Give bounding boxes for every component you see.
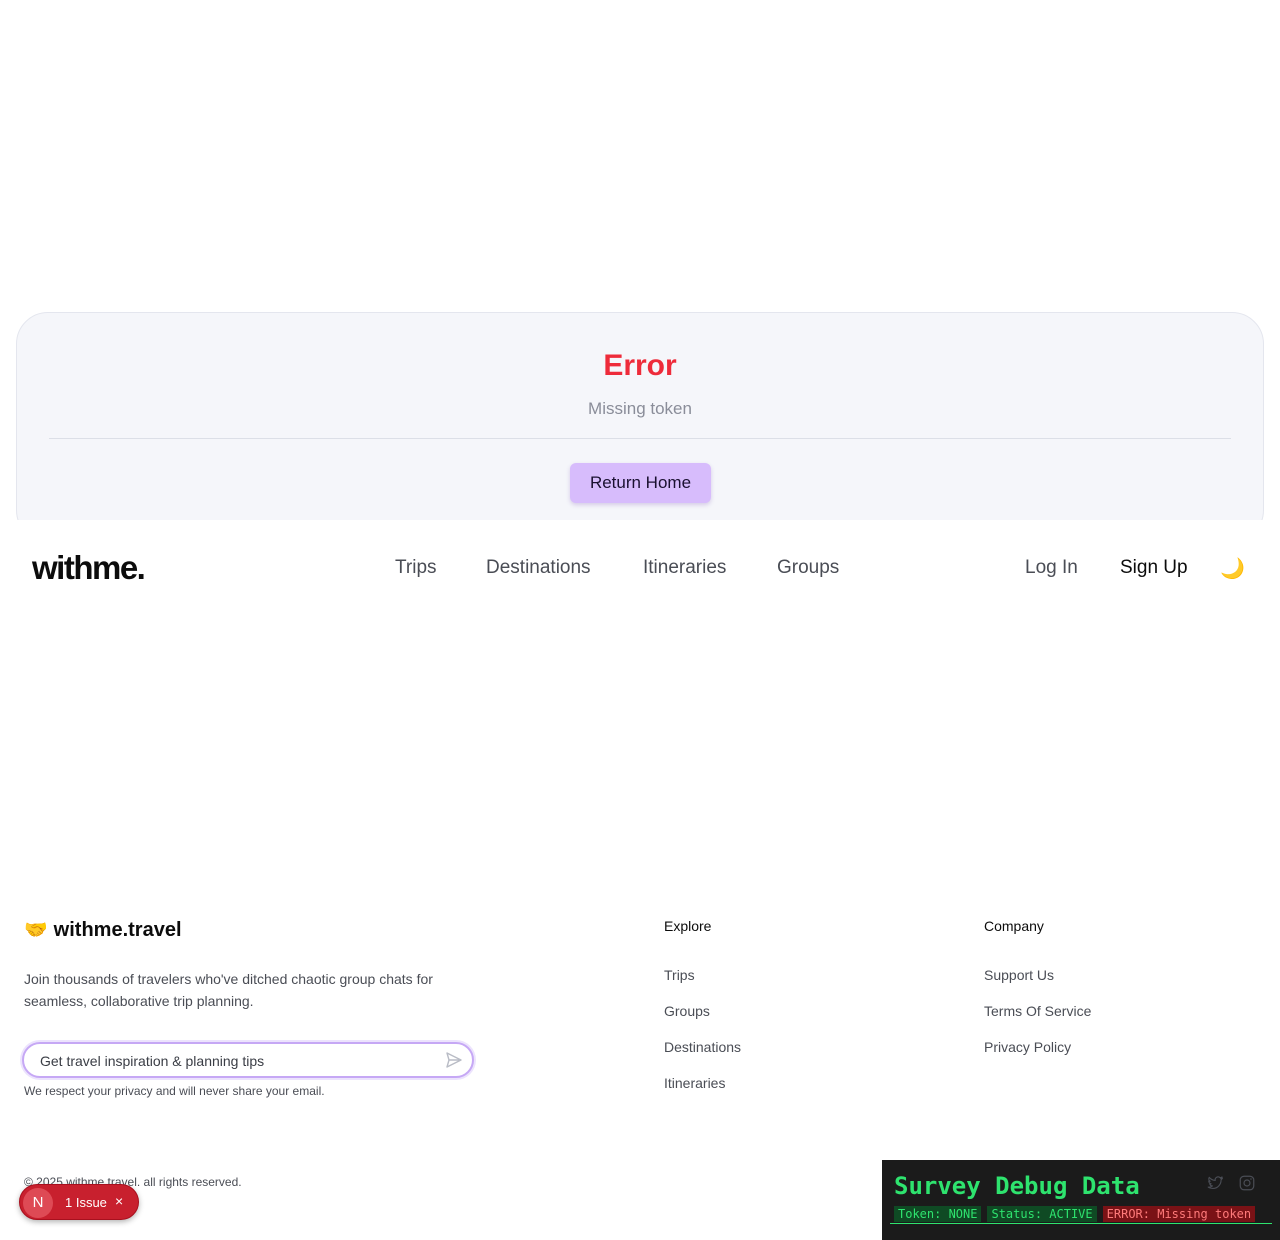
login-link[interactable]: Log In xyxy=(1025,557,1078,579)
signup-link[interactable]: Sign Up xyxy=(1120,557,1188,579)
send-icon[interactable] xyxy=(444,1050,464,1070)
privacy-note: We respect your privacy and will never s… xyxy=(24,1084,325,1098)
moon-icon[interactable]: 🌙 xyxy=(1220,556,1245,581)
return-home-button[interactable]: Return Home xyxy=(570,463,711,503)
footer-link-privacy[interactable]: Privacy Policy xyxy=(984,1039,1071,1055)
footer-link-support-us[interactable]: Support Us xyxy=(984,967,1054,983)
newsletter-email-input[interactable] xyxy=(40,1051,420,1071)
footer-link-groups[interactable]: Groups xyxy=(664,1003,710,1019)
nav-link-groups[interactable]: Groups xyxy=(777,557,839,579)
instagram-icon[interactable] xyxy=(1238,1174,1256,1192)
divider xyxy=(49,438,1231,439)
close-icon[interactable]: × xyxy=(115,1193,123,1209)
nav-link-itineraries[interactable]: Itineraries xyxy=(643,557,726,579)
footer-link-trips[interactable]: Trips xyxy=(664,967,695,983)
company-heading: Company xyxy=(984,918,1044,934)
explore-heading: Explore xyxy=(664,918,712,934)
debug-token: Token: NONE xyxy=(894,1206,982,1222)
logo[interactable]: withme. xyxy=(32,549,146,587)
error-card: Error Missing token Return Home xyxy=(16,312,1264,542)
newsletter-form xyxy=(22,1042,474,1078)
footer-brand: 🤝 withme.travel xyxy=(24,918,182,942)
error-title: Error xyxy=(603,349,677,382)
issue-count: 1 Issue xyxy=(65,1195,107,1210)
twitter-icon[interactable] xyxy=(1206,1174,1224,1192)
footer-link-terms[interactable]: Terms Of Service xyxy=(984,1003,1091,1019)
issue-badge[interactable]: N 1 Issue × xyxy=(19,1184,139,1220)
footer-description: Join thousands of travelers who've ditch… xyxy=(24,971,433,1009)
debug-title: Survey Debug Data xyxy=(894,1172,1140,1200)
nav-link-destinations[interactable]: Destinations xyxy=(486,557,591,579)
nav-link-trips[interactable]: Trips xyxy=(395,557,437,579)
handshake-icon: 🤝 xyxy=(24,920,48,941)
navbar: withme. Trips Destinations Itineraries G… xyxy=(0,520,1280,616)
footer-link-destinations[interactable]: Destinations xyxy=(664,1039,741,1055)
error-message: Missing token xyxy=(588,399,692,418)
footer-link-itineraries[interactable]: Itineraries xyxy=(664,1075,725,1091)
footer-brand-name: withme.travel xyxy=(53,919,182,941)
debug-error: ERROR: Missing token xyxy=(1102,1206,1256,1222)
debug-panel: Survey Debug Data Token: NONE Status: ACT… xyxy=(882,1160,1280,1240)
debug-status: Status: ACTIVE xyxy=(987,1206,1097,1222)
debug-divider xyxy=(890,1223,1272,1224)
issue-avatar: N xyxy=(23,1188,53,1218)
debug-tags: Token: NONE Status: ACTIVE ERROR: Missing … xyxy=(894,1203,1261,1222)
